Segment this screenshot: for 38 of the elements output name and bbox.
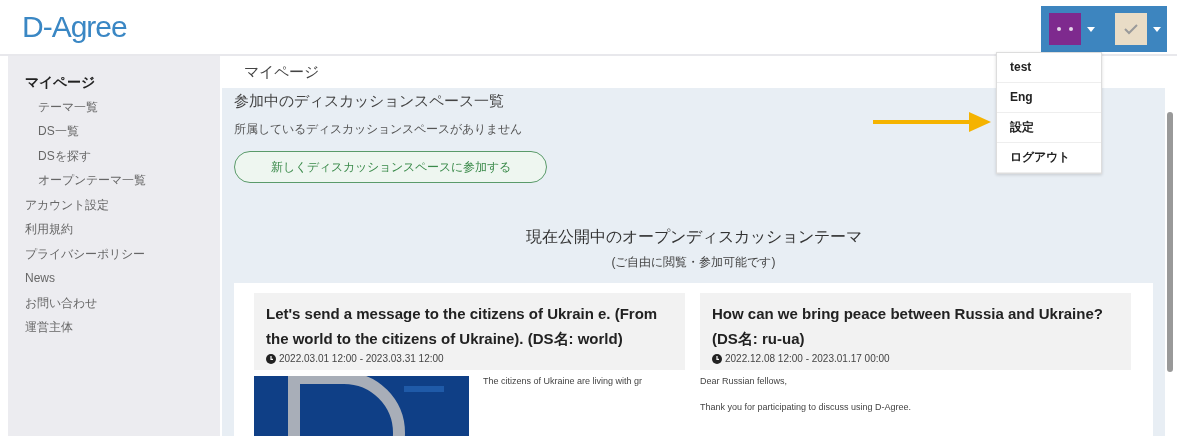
sidebar-item[interactable]: プライバシーポリシー bbox=[8, 241, 145, 266]
section-heading: 参加中のディスカッションスペース一覧 bbox=[234, 92, 504, 111]
card-title[interactable]: How can we bring peace between Russia and Ukraine? (DS名: ru-ua) bbox=[712, 301, 1119, 351]
sidebar-item[interactable]: お問い合わせ bbox=[8, 290, 97, 315]
menu-item[interactable]: ログアウト bbox=[997, 143, 1101, 173]
clock-icon bbox=[266, 353, 276, 364]
sidebar-item[interactable]: DSを探す bbox=[8, 143, 91, 168]
page-title: マイページ bbox=[244, 62, 319, 82]
sidebar-item[interactable]: マイページ bbox=[8, 70, 95, 95]
sidebar-item[interactable]: DS一覧 bbox=[8, 119, 79, 144]
sidebar-item[interactable]: 運営主体 bbox=[8, 315, 73, 340]
sidebar-item[interactable]: テーマ一覧 bbox=[8, 94, 98, 119]
join-button[interactable]: 新しくディスカッションスペースに参加する bbox=[234, 151, 547, 183]
sidebar-item[interactable]: News bbox=[8, 266, 55, 291]
theme-card[interactable]: How can we bring peace between Russia and Ukraine? (DS名: ru-ua) 2022.12.08 12:00 - 2023.01.17 00:00 Dear Russian fellows, Thank you for participating to discuss using D-Agree. bbox=[700, 293, 1131, 436]
card-text: Thank you for participating to discuss using D-Agree. bbox=[700, 402, 912, 412]
card-text: The citizens of Ukraine are living with gr bbox=[483, 376, 643, 386]
card-title[interactable]: Let's send a message to the citizens of Ukrain e. (From the world to the citizens of Ukraine). (DS名: world) bbox=[266, 301, 673, 351]
scrollbar[interactable] bbox=[1167, 112, 1173, 372]
caret-icon[interactable] bbox=[1087, 26, 1095, 32]
empty-message: 所属しているディスカッションスペースがありません bbox=[234, 121, 522, 138]
card-text: Dear Russian fellows, bbox=[700, 376, 789, 386]
section-subheading: (ご自由に閲覧・参加可能です) bbox=[611, 254, 776, 271]
theme-card[interactable]: Let's send a message to the citizens of Ukrain e. (From the world to the citizens of Ukraine). (DS名: world) 2022.03.01 12:00 - 2023.03.31 12:00 The citizens of Ukraine are living with gr bbox=[254, 293, 685, 436]
menu-item[interactable]: 設定 bbox=[997, 113, 1101, 143]
card-period: 2022.03.01 12:00 - 2023.03.31 12:00 bbox=[279, 353, 444, 364]
sidebar-item[interactable]: アカウント設定 bbox=[8, 192, 109, 217]
check-icon[interactable] bbox=[1115, 13, 1147, 45]
section-heading: 現在公開中のオープンディスカッションテーマ bbox=[525, 227, 862, 247]
sidebar-item[interactable]: オープンテーマ一覧 bbox=[8, 168, 146, 193]
logo[interactable]: D-Agree bbox=[22, 10, 127, 44]
card-period: 2022.12.08 12:00 - 2023.01.17 00:00 bbox=[725, 353, 890, 364]
caret-icon[interactable] bbox=[1153, 26, 1161, 32]
clock-icon bbox=[712, 353, 722, 364]
avatar-icon[interactable] bbox=[1049, 13, 1081, 45]
menu-item[interactable]: Eng bbox=[997, 83, 1101, 113]
sidebar-item[interactable]: 利用規約 bbox=[8, 217, 73, 242]
menu-item[interactable]: test bbox=[997, 53, 1101, 83]
